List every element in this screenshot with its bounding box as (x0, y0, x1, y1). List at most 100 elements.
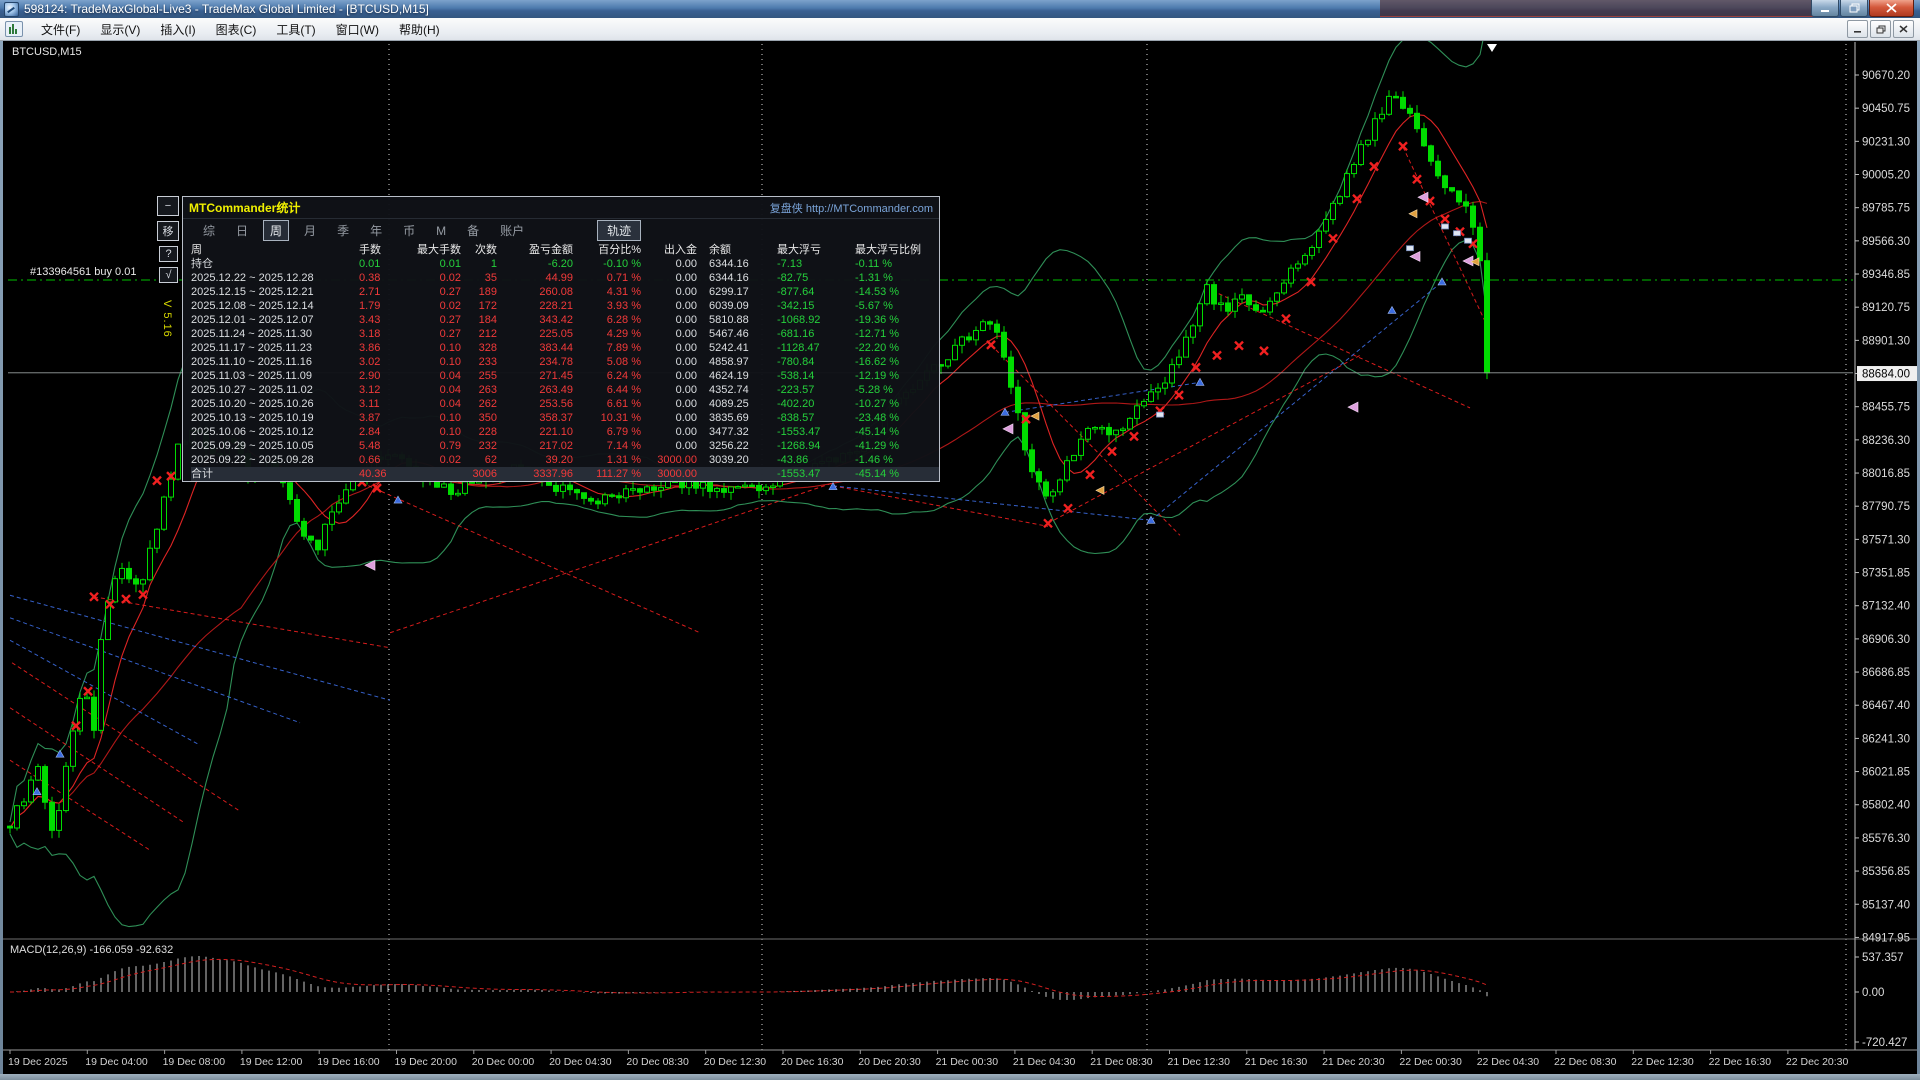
macd-indicator-label: MACD(12,26,9) -166.059 -92.632 (10, 944, 173, 956)
time-tick: 21 Dec 04:30 (1013, 1056, 1076, 1068)
col-header-9: 最大浮亏比例 (855, 243, 939, 257)
panel-tab-月[interactable]: 月 (298, 221, 322, 240)
cell: -223.57 (775, 383, 855, 397)
menu-item-6[interactable]: 帮助(H) (389, 19, 450, 40)
price-tick: 89566.30 (1862, 236, 1910, 248)
menu-item-1[interactable]: 显示(V) (90, 19, 150, 40)
cell: 2.71 (359, 285, 407, 299)
cell: 7.14 % (583, 439, 651, 453)
stats-row-9: 2025.10.27 ~ 2025.11.023.120.04263263.49… (191, 383, 939, 397)
track-button[interactable]: 轨迹 (597, 220, 641, 241)
panel-tab-年[interactable]: 年 (364, 221, 388, 240)
symbol-timeframe-label: BTCUSD,M15 (12, 46, 82, 58)
panel-tab-季[interactable]: 季 (331, 221, 355, 240)
window-title: 598124: TradeMaxGlobal-Live3 - TradeMax … (24, 2, 429, 16)
panel-side-buttons: − 移? √ (157, 196, 179, 288)
cell: -1068.92 (775, 313, 855, 327)
cell: -45.14 % (855, 425, 939, 439)
mdi-close-button[interactable] (1893, 20, 1914, 38)
price-tick: 87571.30 (1862, 534, 1910, 546)
cell: 3.02 (359, 355, 407, 369)
panel-website-link[interactable]: 复盘侠 http://MTCommander.com (770, 200, 939, 216)
time-tick: 19 Dec 2025 (8, 1056, 68, 1068)
cell: 262 (471, 397, 507, 411)
cell: 234.78 (507, 355, 583, 369)
panel-tab-M[interactable]: M (430, 223, 452, 239)
minimize-button[interactable] (1811, 0, 1839, 17)
menu-item-4[interactable]: 工具(T) (266, 19, 325, 40)
panel-tab-币[interactable]: 币 (397, 221, 421, 240)
panel-tab-账户[interactable]: 账户 (494, 221, 530, 240)
col-header-8: 最大浮亏 (775, 243, 855, 257)
cell: 0.10 (407, 425, 471, 439)
menu-item-2[interactable]: 插入(I) (150, 19, 205, 40)
cell: 0.00 (651, 285, 707, 299)
cell: -43.86 (775, 453, 855, 467)
menu-item-0[interactable]: 文件(F) (31, 19, 90, 40)
panel-tab-备[interactable]: 备 (461, 221, 485, 240)
close-button[interactable] (1869, 0, 1914, 17)
cell: 3337.96 (507, 467, 583, 481)
cell: 5.08 % (583, 355, 651, 369)
row-label: 2025.10.13 ~ 2025.10.19 (191, 411, 359, 425)
mdi-minimize-icon (1853, 25, 1862, 33)
row-label: 2025.11.10 ~ 2025.11.16 (191, 355, 359, 369)
cell: 5810.88 (707, 313, 775, 327)
row-label: 2025.12.22 ~ 2025.12.28 (191, 271, 359, 285)
cell: 4624.19 (707, 369, 775, 383)
cell: 3000.00 (651, 453, 707, 467)
cell: -7.13 (775, 257, 855, 271)
time-tick: 20 Dec 00:00 (472, 1056, 535, 1068)
stats-row-10: 2025.10.20 ~ 2025.10.263.110.04262253.56… (191, 397, 939, 411)
cell: 0.27 (407, 285, 471, 299)
cell: 263 (471, 383, 507, 397)
price-tick: 85576.30 (1862, 833, 1910, 845)
row-label: 2025.10.27 ~ 2025.11.02 (191, 383, 359, 397)
col-header-1: 手数 (359, 243, 407, 257)
cell: 44.99 (507, 271, 583, 285)
col-header-3: 次数 (471, 243, 507, 257)
restore-button[interactable] (1840, 0, 1868, 17)
cell: 3.11 (359, 397, 407, 411)
cell: -23.48 % (855, 411, 939, 425)
cell: 4352.74 (707, 383, 775, 397)
menu-item-5[interactable]: 窗口(W) (326, 19, 389, 40)
panel-side-button-2[interactable]: ? (159, 246, 178, 262)
window-frame-left (0, 0, 3, 1080)
panel-side-button-3[interactable]: √ (159, 267, 178, 283)
stats-row-6: 2025.11.17 ~ 2025.11.233.860.10328383.44… (191, 341, 939, 355)
time-tick: 20 Dec 08:30 (626, 1056, 689, 1068)
cell: 5242.41 (707, 341, 775, 355)
panel-side-button-0[interactable]: − (157, 196, 179, 216)
cell: 3006 (471, 467, 507, 481)
price-tick: 88455.75 (1862, 402, 1910, 414)
row-label: 2025.11.17 ~ 2025.11.23 (191, 341, 359, 355)
panel-side-button-1[interactable]: 移 (157, 221, 179, 241)
menu-item-3[interactable]: 图表(C) (206, 19, 267, 40)
cell: 4089.25 (707, 397, 775, 411)
panel-tab-周[interactable]: 周 (263, 220, 289, 241)
cell: 0.10 (407, 341, 471, 355)
row-label: 2025.10.06 ~ 2025.10.12 (191, 425, 359, 439)
time-tick: 22 Dec 08:30 (1554, 1056, 1617, 1068)
cell: 0.00 (651, 369, 707, 383)
panel-tab-日[interactable]: 日 (230, 221, 254, 240)
cell: 0.04 (407, 383, 471, 397)
mdi-close-icon (1899, 25, 1908, 33)
stats-header-row: 周手数最大手数次数盈亏金额百分比%出入金余额最大浮亏最大浮亏比例 (191, 242, 939, 257)
chart-canvas[interactable]: #133964561 buy 0.0190670.2090450.7590231… (0, 0, 1920, 1080)
mdi-restore-button[interactable] (1870, 20, 1891, 38)
cell: 5.48 (359, 439, 407, 453)
cell: 189 (471, 285, 507, 299)
time-tick: 21 Dec 20:30 (1322, 1056, 1385, 1068)
row-label: 2025.10.20 ~ 2025.10.26 (191, 397, 359, 411)
cell: -342.15 (775, 299, 855, 313)
panel-tab-综[interactable]: 综 (197, 221, 221, 240)
cell: 212 (471, 327, 507, 341)
mdi-minimize-button[interactable] (1847, 20, 1868, 38)
cell: 40.36 (359, 467, 407, 481)
cell: 221.10 (507, 425, 583, 439)
cell: 5467.46 (707, 327, 775, 341)
col-header-6: 出入金 (651, 243, 707, 257)
cell: 0.66 (359, 453, 407, 467)
